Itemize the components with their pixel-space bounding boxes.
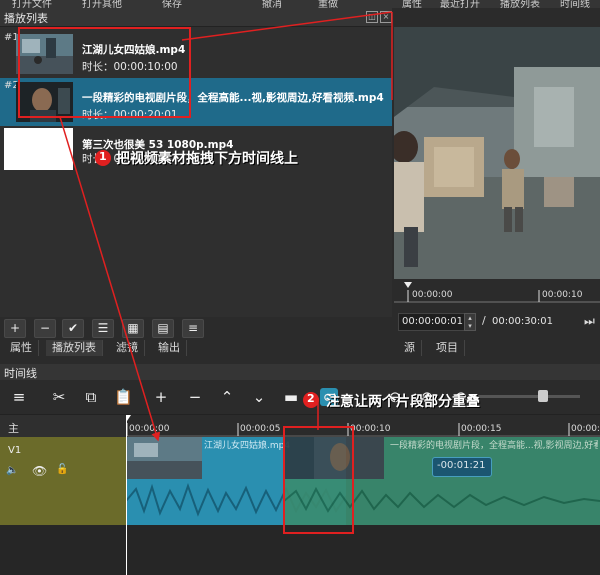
step2-number: 2: [307, 392, 315, 405]
step2-callout: 注意让两个片段部分重叠: [326, 394, 480, 410]
step1-number: 1: [99, 150, 107, 163]
step1-callout: 把视频素材拖拽下方时间线上: [116, 151, 298, 167]
annotation-overlay: [18, 11, 393, 534]
